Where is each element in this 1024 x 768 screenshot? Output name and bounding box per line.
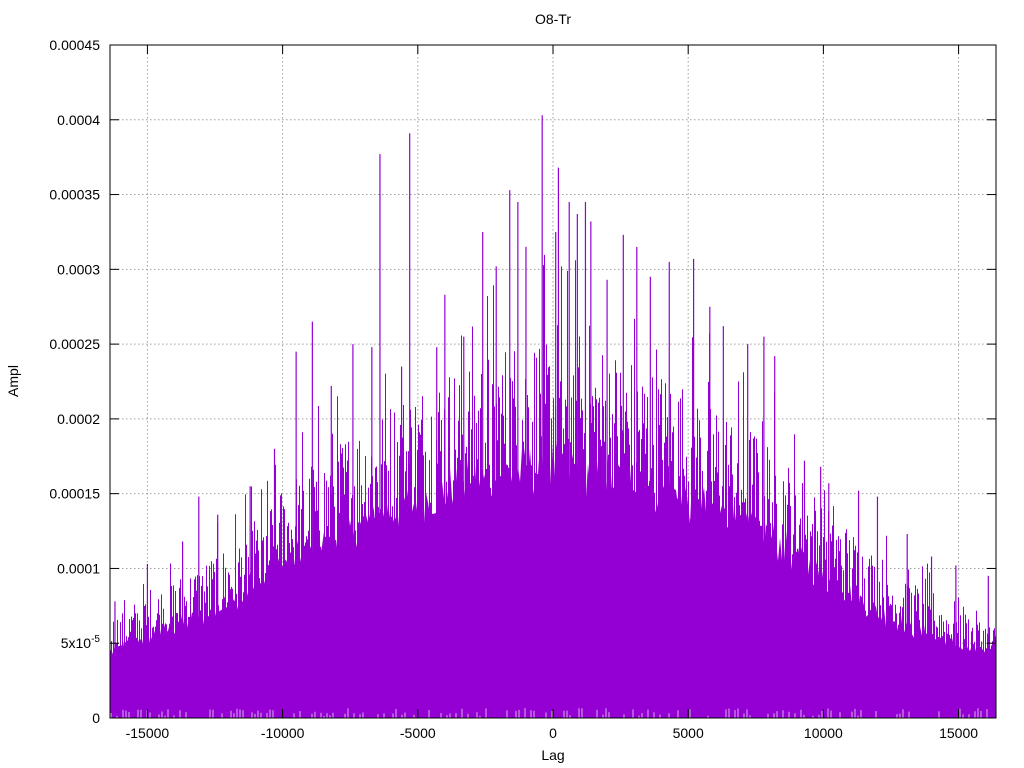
x-tick-label: -5000 xyxy=(400,725,436,741)
y-tick-label: 0.0002 xyxy=(57,411,100,427)
series-impulses xyxy=(110,254,996,718)
x-tick-label: 10000 xyxy=(804,725,843,741)
x-tick-label: 15000 xyxy=(939,725,978,741)
y-tick-exponent: -5 xyxy=(91,634,100,645)
x-tick-label: -15000 xyxy=(126,725,170,741)
y-tick-label: 0.00015 xyxy=(49,486,100,502)
y-tick-label: 0.0001 xyxy=(57,560,100,576)
y-tick-label: 0.00035 xyxy=(49,187,100,203)
x-axis-label: Lag xyxy=(541,747,564,763)
y-tick-label: 5x10-5 xyxy=(61,634,101,651)
x-tick-label: 5000 xyxy=(673,725,704,741)
y-tick-label: 0.00025 xyxy=(49,336,100,352)
chart-title: O8-Tr xyxy=(535,11,571,27)
x-tick-label: 0 xyxy=(549,725,557,741)
chart-canvas: 0 5x10-5 0.0001 0.00015 0.0002 0.00025 0.0003 0… xyxy=(5,11,997,763)
y-tick-label: 0.00045 xyxy=(49,37,100,53)
y-tick-label: 0.0003 xyxy=(57,261,100,277)
y-tick-label: 0 xyxy=(92,710,100,726)
y-axis-label: Ampl xyxy=(5,365,21,397)
x-tick-label: -10000 xyxy=(261,725,305,741)
y-tick-label: 0.0004 xyxy=(57,112,100,128)
